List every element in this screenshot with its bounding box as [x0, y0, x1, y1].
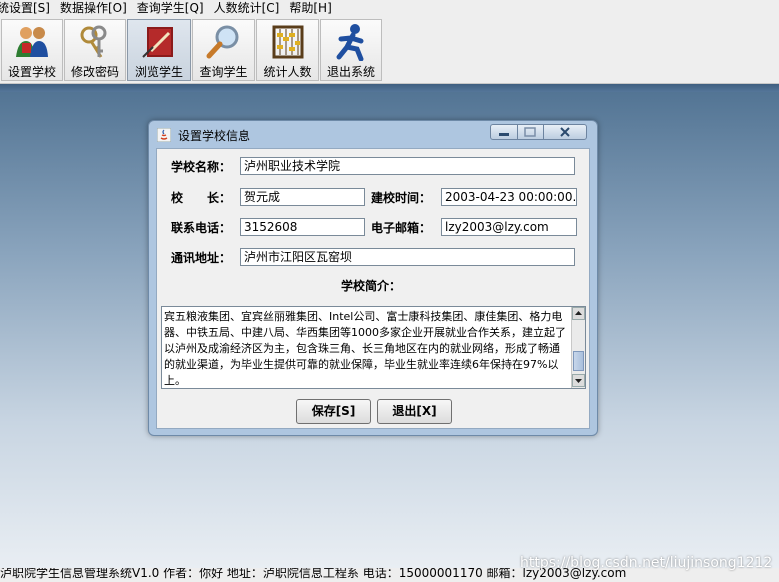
arrow-up-icon	[575, 311, 582, 315]
java-icon	[157, 128, 171, 142]
keys-icon	[80, 25, 107, 58]
school-name-field[interactable]: 泸州职业技术学院	[240, 157, 575, 175]
desktop-top-strip	[0, 84, 779, 92]
menu-statistics[interactable]: 人数统计[C]	[209, 1, 285, 15]
abacus-icon	[272, 25, 303, 59]
close-button[interactable]	[543, 124, 587, 140]
menu-query-student[interactable]: 查询学生[Q]	[132, 1, 209, 15]
address-field[interactable]: 泸州市江阳区瓦窑坝	[240, 248, 575, 266]
exit-system-label: 退出系统	[326, 65, 375, 79]
count-students-button[interactable]: 统计人数	[256, 19, 319, 81]
book-icon	[142, 27, 173, 58]
exit-button[interactable]: 退出[X]	[377, 399, 452, 424]
scroll-thumb[interactable]	[573, 351, 584, 371]
dialog-titlebar[interactable]: 设置学校信息	[149, 121, 597, 147]
founded-label: 建校时间：	[371, 191, 432, 205]
intro-text: 宾五粮液集团、宜宾丝丽雅集团、Intel公司、富士康科技集团、康佳集团、格力电器…	[164, 310, 566, 387]
phone-field[interactable]: 3152608	[240, 218, 365, 236]
browse-students-label: 浏览学生	[134, 65, 183, 79]
query-student-label: 查询学生	[199, 65, 248, 79]
toolbar: 设置学校 修改密码 浏览学生 查询学生 统计人数 退出系统	[0, 16, 779, 84]
email-label: 电子邮箱：	[371, 221, 432, 235]
intro-scrollbar[interactable]	[571, 307, 585, 388]
principal-label: 校 长：	[171, 191, 232, 205]
maximize-button[interactable]	[517, 124, 544, 140]
exit-system-button[interactable]: 退出系统	[320, 19, 382, 81]
intro-label: 学校简介：	[341, 279, 402, 293]
founded-field[interactable]: 2003-04-23 00:00:00.0	[441, 188, 577, 206]
intro-textarea[interactable]: 宾五粮液集团、宜宾丝丽雅集团、Intel公司、富士康科技集团、康佳集团、格力电器…	[161, 306, 586, 389]
scroll-down-button[interactable]	[572, 374, 585, 387]
query-student-button[interactable]: 查询学生	[192, 19, 255, 81]
count-students-label: 统计人数	[263, 65, 312, 79]
save-button[interactable]: 保存[S]	[296, 399, 371, 424]
close-icon	[560, 127, 570, 137]
principal-field[interactable]: 贺元成	[240, 188, 365, 206]
watermark-text: https://blog.csdn.net/liujinsong1212	[520, 555, 773, 571]
browse-students-button[interactable]: 浏览学生	[127, 19, 191, 81]
menu-help[interactable]: 帮助[H]	[284, 1, 336, 15]
menu-data-operations[interactable]: 数据操作[O]	[55, 1, 132, 15]
magnifier-icon	[206, 25, 238, 59]
scroll-up-button[interactable]	[572, 307, 585, 320]
menu-system-settings[interactable]: 统设置[S]	[0, 1, 55, 15]
school-name-label: 学校名称：	[171, 160, 232, 174]
menu-bar: 统设置[S] 数据操作[O] 查询学生[Q] 人数统计[C] 帮助[H]	[0, 0, 779, 16]
set-school-button[interactable]: 设置学校	[1, 19, 63, 81]
minimize-button[interactable]	[490, 124, 518, 140]
minimize-icon	[499, 133, 509, 136]
dialog-title: 设置学校信息	[178, 129, 251, 143]
phone-label: 联系电话：	[171, 221, 232, 235]
maximize-icon	[524, 127, 536, 137]
school-info-dialog: 设置学校信息 学校名称： 泸州职业技术学院 校 长： 贺元成 建校时间： 200…	[148, 120, 598, 436]
email-field[interactable]: lzy2003@lzy.com	[441, 218, 577, 236]
dialog-content: 学校名称： 泸州职业技术学院 校 长： 贺元成 建校时间： 2003-04-23…	[156, 148, 590, 429]
set-school-label: 设置学校	[7, 65, 56, 79]
change-password-label: 修改密码	[70, 65, 119, 79]
arrow-down-icon	[575, 379, 582, 383]
change-password-button[interactable]: 修改密码	[64, 19, 126, 81]
address-label: 通讯地址：	[171, 251, 232, 265]
running-man-icon	[336, 24, 364, 61]
people-icon	[16, 27, 48, 57]
